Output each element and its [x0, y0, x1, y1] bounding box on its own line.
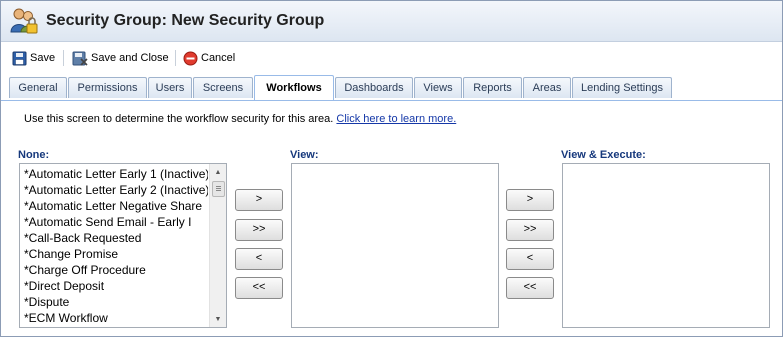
cancel-icon: [183, 51, 198, 65]
list-item[interactable]: *ECM Workflow: [20, 310, 208, 326]
tab-users[interactable]: Users: [148, 77, 192, 98]
view-execute-label: View & Execute:: [561, 149, 646, 161]
none-listbox[interactable]: *Automatic Letter Early 1 (Inactive) *Au…: [19, 163, 227, 328]
add-to-view-execute-button[interactable]: >: [506, 189, 554, 211]
grip-line: [216, 188, 221, 189]
grip-line: [216, 190, 221, 191]
tab-areas[interactable]: Areas: [523, 77, 571, 98]
scroll-thumb[interactable]: [212, 181, 225, 197]
list-item[interactable]: *Direct Deposit: [20, 278, 208, 294]
list-item[interactable]: *Automatic Letter Negative Share: [20, 198, 208, 214]
save-label: Save: [30, 52, 56, 64]
list-item[interactable]: *Dispute: [20, 294, 208, 310]
tab-lending-settings[interactable]: Lending Settings: [572, 77, 672, 98]
list-item[interactable]: *Charge Off Procedure: [20, 262, 208, 278]
grip-line: [216, 186, 221, 187]
view-label: View:: [290, 149, 319, 161]
list-item[interactable]: *Call-Back Requested: [20, 230, 208, 246]
tab-workflows[interactable]: Workflows: [254, 75, 334, 100]
vertical-scrollbar[interactable]: ▲ ▼: [209, 164, 226, 327]
floppy-disk-icon: [12, 51, 27, 65]
tab-screens[interactable]: Screens: [193, 77, 253, 98]
add-all-to-view-execute-button[interactable]: >>: [506, 219, 554, 241]
view-execute-listbox[interactable]: [562, 163, 770, 328]
info-text: Use this screen to determine the workflo…: [24, 113, 334, 125]
list-item[interactable]: *Automatic Letter Early 2 (Inactive): [20, 182, 208, 198]
info-text-row: Use this screen to determine the workflo…: [24, 113, 456, 125]
toolbar-divider: [175, 50, 176, 66]
tab-strip: General Permissions Users Screens Workfl…: [1, 75, 782, 101]
list-item[interactable]: *Automatic Send Email - Early I: [20, 214, 208, 230]
cancel-label: Cancel: [201, 52, 236, 64]
save-and-close-label: Save and Close: [91, 52, 169, 64]
tab-general[interactable]: General: [9, 77, 67, 98]
scroll-up-arrow-icon[interactable]: ▲: [210, 164, 226, 180]
toolbar-divider: [63, 50, 64, 66]
scroll-down-arrow-icon[interactable]: ▼: [210, 311, 226, 327]
users-lock-icon: [9, 6, 39, 36]
security-group-window: Security Group: New Security Group Save …: [0, 0, 783, 337]
none-label: None:: [18, 149, 50, 161]
tab-views[interactable]: Views: [414, 77, 462, 98]
tab-permissions[interactable]: Permissions: [68, 77, 147, 98]
add-to-view-button[interactable]: >: [235, 189, 283, 211]
remove-all-from-view-execute-button[interactable]: <<: [506, 277, 554, 299]
remove-from-view-execute-button[interactable]: <: [506, 248, 554, 270]
tab-dashboards[interactable]: Dashboards: [335, 77, 413, 98]
toolbar: Save Save and Close Cancel: [1, 45, 782, 69]
view-listbox[interactable]: [291, 163, 499, 328]
save-close-icon: [72, 51, 88, 66]
cancel-button[interactable]: Cancel: [183, 49, 235, 67]
learn-more-link[interactable]: Click here to learn more.: [336, 113, 456, 125]
save-and-close-button[interactable]: Save and Close: [72, 49, 169, 67]
list-item[interactable]: *Change Promise: [20, 246, 208, 262]
remove-all-from-view-button[interactable]: <<: [235, 277, 283, 299]
remove-from-view-button[interactable]: <: [235, 248, 283, 270]
window-title: Security Group: New Security Group: [46, 12, 325, 29]
list-item[interactable]: *Automatic Letter Early 1 (Inactive): [20, 166, 208, 182]
tab-reports[interactable]: Reports: [463, 77, 522, 98]
save-button[interactable]: Save: [12, 49, 55, 67]
none-list-items: *Automatic Letter Early 1 (Inactive) *Au…: [20, 166, 208, 326]
title-bar: Security Group: New Security Group: [1, 1, 782, 42]
add-all-to-view-button[interactable]: >>: [235, 219, 283, 241]
